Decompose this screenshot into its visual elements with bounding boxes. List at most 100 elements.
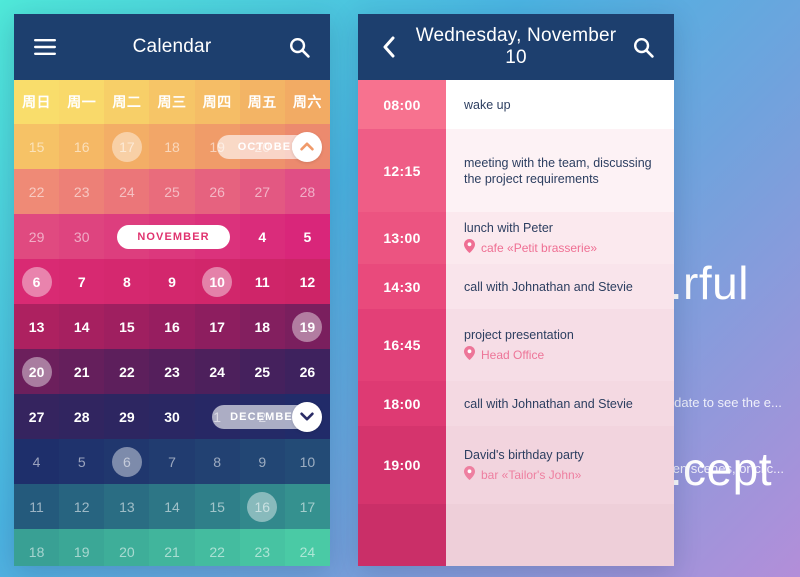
calendar-day-cell[interactable]: 8 <box>194 439 240 484</box>
agenda-event-body: wake up <box>446 80 674 129</box>
calendar-title: Calendar <box>132 36 212 57</box>
calendar-day-cell[interactable]: 13 <box>14 304 60 349</box>
calendar-day-cell[interactable]: 24 <box>284 529 330 566</box>
calendar-day-cell[interactable]: 6 <box>104 439 150 484</box>
calendar-day-cell[interactable]: 22 <box>104 349 150 394</box>
calendar-week-row: 11 12 13 14 15 16 17 <box>14 484 330 529</box>
day-number: 9 <box>258 453 267 470</box>
calendar-day-cell[interactable]: 7 <box>59 259 105 304</box>
agenda-event-row[interactable]: 08:00 wake up <box>358 80 674 129</box>
day-number: 24 <box>299 543 316 560</box>
calendar-day-cell[interactable]: 12 <box>284 259 330 304</box>
calendar-day-cell[interactable]: 25 <box>239 349 285 394</box>
day-number: 13 <box>28 318 45 335</box>
day-number: 7 <box>168 453 176 470</box>
day-number: 26 <box>209 183 225 200</box>
chevron-down-icon[interactable] <box>292 401 322 432</box>
calendar-grid[interactable]: 1516171819202122232425262728293031124567… <box>14 124 330 566</box>
calendar-day-cell[interactable]: 24 <box>104 169 150 214</box>
chevron-left-icon[interactable] <box>374 32 404 62</box>
calendar-day-cell[interactable]: 18 <box>14 529 60 566</box>
calendar-day-cell[interactable]: 25 <box>149 169 195 214</box>
calendar-day-cell[interactable]: 21 <box>149 529 195 566</box>
agenda-event-row[interactable]: 18:00 call with Johnathan and Stevie <box>358 381 674 426</box>
calendar-week-row: 22 23 24 25 26 27 28 <box>14 169 330 214</box>
calendar-day-cell[interactable]: 14 <box>149 484 195 529</box>
calendar-day-cell[interactable]: 9 <box>239 439 285 484</box>
calendar-day-cell[interactable]: 17 <box>284 484 330 529</box>
calendar-day-cell[interactable]: 5 <box>284 214 330 259</box>
search-icon[interactable] <box>284 32 314 62</box>
weekday-label-6: 周六 <box>284 80 330 124</box>
calendar-day-cell[interactable]: 15 <box>14 124 60 169</box>
calendar-day-cell[interactable]: 16 <box>59 124 105 169</box>
agenda-event-row[interactable]: 16:45 project presentation Head Office <box>358 309 674 381</box>
calendar-day-cell[interactable]: 4 <box>239 214 285 259</box>
calendar-day-cell[interactable]: 6 <box>14 259 60 304</box>
calendar-day-cell[interactable]: 15 <box>194 484 240 529</box>
calendar-day-cell[interactable]: 21 <box>59 349 105 394</box>
calendar-day-cell[interactable]: 10 <box>194 259 240 304</box>
day-number: 11 <box>29 498 44 515</box>
calendar-day-cell[interactable]: 18 <box>239 304 285 349</box>
calendar-day-cell[interactable]: 10 <box>284 439 330 484</box>
agenda-event-row[interactable]: 14:30 call with Johnathan and Stevie <box>358 264 674 309</box>
day-number: 21 <box>73 363 90 380</box>
calendar-day-cell[interactable]: 18 <box>149 124 195 169</box>
calendar-day-cell[interactable]: 17 <box>194 304 240 349</box>
search-icon[interactable] <box>628 32 658 62</box>
calendar-day-cell[interactable]: 26 <box>194 169 240 214</box>
calendar-day-cell[interactable]: 23 <box>149 349 195 394</box>
calendar-day-cell[interactable]: 22 <box>194 529 240 566</box>
agenda-event-row[interactable]: 19:00 David's birthday party bar «Tailor's… <box>358 426 674 504</box>
calendar-day-cell[interactable]: 28 <box>284 169 330 214</box>
calendar-day-cell[interactable]: 17 <box>104 124 150 169</box>
calendar-day-cell[interactable]: 24 <box>194 349 240 394</box>
calendar-day-cell[interactable]: 30 <box>149 394 195 439</box>
day-number: 27 <box>28 408 45 425</box>
calendar-day-cell[interactable]: 4 <box>14 439 60 484</box>
agenda-event-body: project presentation Head Office <box>446 309 674 381</box>
agenda-event-body: lunch with Peter cafe «Petit brasserie» <box>446 212 674 264</box>
agenda-event-time: 14:30 <box>358 264 446 309</box>
agenda-event-row[interactable]: 13:00 lunch with Peter cafe «Petit brasser… <box>358 212 674 264</box>
calendar-day-cell[interactable]: 23 <box>59 169 105 214</box>
calendar-day-cell[interactable]: 22 <box>14 169 60 214</box>
calendar-day-cell[interactable]: 12 <box>59 484 105 529</box>
agenda-event-row[interactable]: 12:15 meeting with the team, discussing t… <box>358 129 674 212</box>
calendar-day-cell[interactable]: 8 <box>104 259 150 304</box>
calendar-day-cell[interactable]: 5 <box>59 439 105 484</box>
calendar-day-cell[interactable]: 20 <box>14 349 60 394</box>
month-pill[interactable]: NOVEMBER <box>117 224 230 249</box>
calendar-day-cell[interactable]: 13 <box>104 484 150 529</box>
calendar-day-cell[interactable]: 15 <box>104 304 150 349</box>
day-number: 27 <box>254 183 271 200</box>
calendar-day-cell[interactable]: 16 <box>239 484 285 529</box>
calendar-day-cell[interactable]: 16 <box>149 304 195 349</box>
calendar-day-cell[interactable]: 20 <box>104 529 150 566</box>
calendar-day-cell[interactable]: 23 <box>239 529 285 566</box>
calendar-day-cell[interactable]: 9 <box>149 259 195 304</box>
calendar-day-cell[interactable]: 7 <box>149 439 195 484</box>
calendar-day-cell[interactable]: 19 <box>284 304 330 349</box>
calendar-day-cell[interactable]: 19 <box>59 529 105 566</box>
agenda-event-row[interactable] <box>358 504 674 566</box>
chevron-up-icon[interactable] <box>292 131 322 162</box>
calendar-day-cell[interactable]: 11 <box>14 484 60 529</box>
calendar-day-cell[interactable]: 14 <box>59 304 105 349</box>
day-number: 17 <box>209 318 225 335</box>
calendar-day-cell[interactable]: 27 <box>14 394 60 439</box>
calendar-day-cell[interactable]: 11 <box>239 259 285 304</box>
calendar-day-cell[interactable]: 28 <box>59 394 105 439</box>
calendar-day-cell[interactable]: 30 <box>59 214 105 259</box>
day-number: 16 <box>254 498 271 515</box>
agenda-event-list[interactable]: 08:00 wake up 12:15 meeting with the team, … <box>358 80 674 566</box>
day-number: 21 <box>164 543 180 560</box>
calendar-day-cell[interactable]: 26 <box>284 349 330 394</box>
calendar-day-cell[interactable]: 29 <box>104 394 150 439</box>
hamburger-menu-icon[interactable] <box>30 32 60 62</box>
calendar-day-cell[interactable]: 29 <box>14 214 60 259</box>
agenda-event-time: 08:00 <box>358 80 446 129</box>
day-number: 29 <box>119 408 135 425</box>
calendar-day-cell[interactable]: 27 <box>239 169 285 214</box>
